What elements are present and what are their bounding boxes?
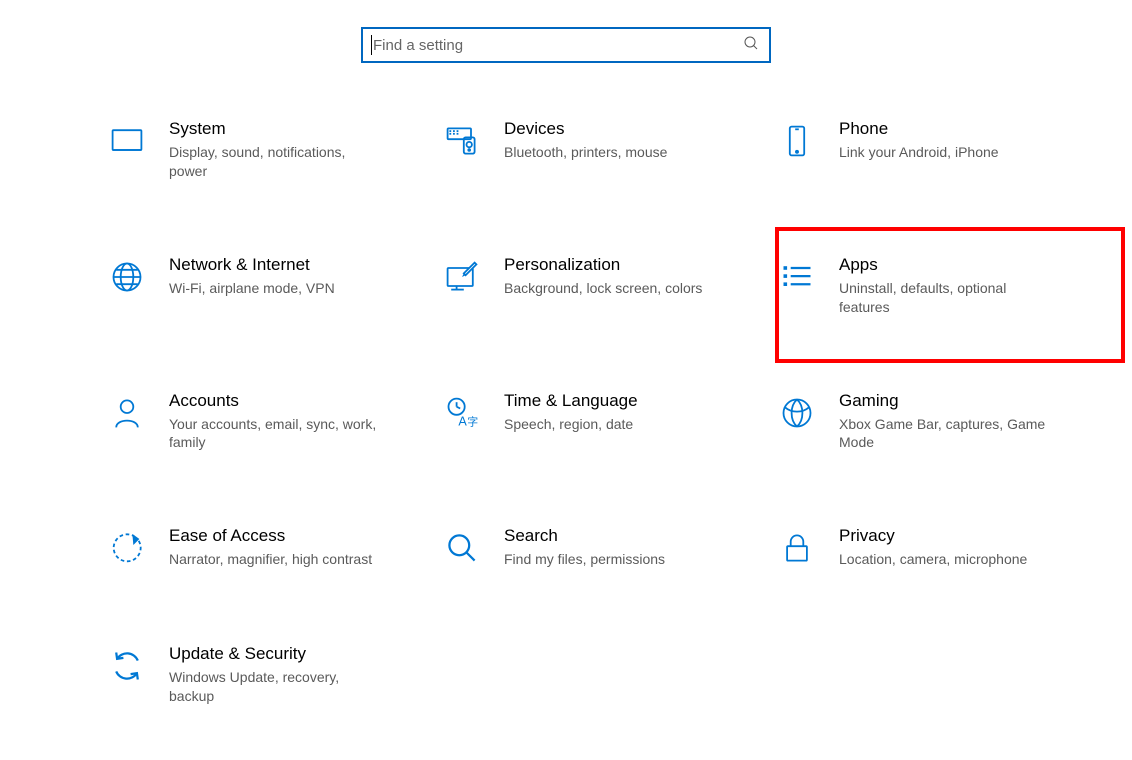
settings-grid: System Display, sound, notifications, po… xyxy=(0,113,1132,712)
tile-desc: Background, lock screen, colors xyxy=(504,279,702,298)
tile-title: Phone xyxy=(839,119,999,139)
search-input[interactable] xyxy=(373,37,743,54)
privacy-icon xyxy=(775,526,819,570)
tile-title: Network & Internet xyxy=(169,255,335,275)
tile-search[interactable]: Search Find my files, permissions xyxy=(440,520,775,576)
tile-time-language[interactable]: A 字 Time & Language Speech, region, date xyxy=(440,385,775,459)
search-icon xyxy=(743,35,759,56)
tile-desc: Your accounts, email, sync, work, family xyxy=(169,415,379,453)
tile-desc: Speech, region, date xyxy=(504,415,638,434)
tile-desc: Windows Update, recovery, backup xyxy=(169,668,379,706)
tile-title: Ease of Access xyxy=(169,526,372,546)
tile-desc: Narrator, magnifier, high contrast xyxy=(169,550,372,569)
tile-title: Privacy xyxy=(839,526,1027,546)
apps-icon xyxy=(775,255,819,299)
tile-desc: Find my files, permissions xyxy=(504,550,665,569)
tile-title: Gaming xyxy=(839,391,1049,411)
tile-desc: Wi-Fi, airplane mode, VPN xyxy=(169,279,335,298)
tile-title: Apps xyxy=(839,255,1049,275)
svg-text:字: 字 xyxy=(467,415,478,428)
tile-network[interactable]: Network & Internet Wi-Fi, airplane mode,… xyxy=(105,249,440,323)
system-icon xyxy=(105,119,149,163)
tile-desc: Display, sound, notifications, power xyxy=(169,143,379,181)
devices-icon xyxy=(440,119,484,163)
search-box[interactable] xyxy=(361,27,771,63)
search-tile-icon xyxy=(440,526,484,570)
tile-apps[interactable]: Apps Uninstall, defaults, optional featu… xyxy=(775,249,1110,323)
personalization-icon xyxy=(440,255,484,299)
tile-devices[interactable]: Devices Bluetooth, printers, mouse xyxy=(440,113,775,187)
phone-icon xyxy=(775,119,819,163)
tile-desc: Link your Android, iPhone xyxy=(839,143,999,162)
tile-title: Devices xyxy=(504,119,667,139)
tile-system[interactable]: System Display, sound, notifications, po… xyxy=(105,113,440,187)
tile-title: Time & Language xyxy=(504,391,638,411)
tile-title: Update & Security xyxy=(169,644,379,664)
tile-title: Personalization xyxy=(504,255,702,275)
text-caret xyxy=(371,35,372,55)
ease-of-access-icon xyxy=(105,526,149,570)
tile-privacy[interactable]: Privacy Location, camera, microphone xyxy=(775,520,1110,576)
network-icon xyxy=(105,255,149,299)
search-container xyxy=(0,0,1132,113)
tile-title: Search xyxy=(504,526,665,546)
tile-desc: Xbox Game Bar, captures, Game Mode xyxy=(839,415,1049,453)
tile-ease-of-access[interactable]: Ease of Access Narrator, magnifier, high… xyxy=(105,520,440,576)
tile-personalization[interactable]: Personalization Background, lock screen,… xyxy=(440,249,775,323)
tile-desc: Location, camera, microphone xyxy=(839,550,1027,569)
tile-phone[interactable]: Phone Link your Android, iPhone xyxy=(775,113,1110,187)
accounts-icon xyxy=(105,391,149,435)
tile-gaming[interactable]: Gaming Xbox Game Bar, captures, Game Mod… xyxy=(775,385,1110,459)
tile-desc: Bluetooth, printers, mouse xyxy=(504,143,667,162)
tile-accounts[interactable]: Accounts Your accounts, email, sync, wor… xyxy=(105,385,440,459)
svg-text:A: A xyxy=(458,414,467,428)
tile-title: System xyxy=(169,119,379,139)
time-language-icon: A 字 xyxy=(440,391,484,435)
tile-desc: Uninstall, defaults, optional features xyxy=(839,279,1049,317)
tile-update-security[interactable]: Update & Security Windows Update, recove… xyxy=(105,638,440,712)
tile-title: Accounts xyxy=(169,391,379,411)
gaming-icon xyxy=(775,391,819,435)
update-security-icon xyxy=(105,644,149,688)
